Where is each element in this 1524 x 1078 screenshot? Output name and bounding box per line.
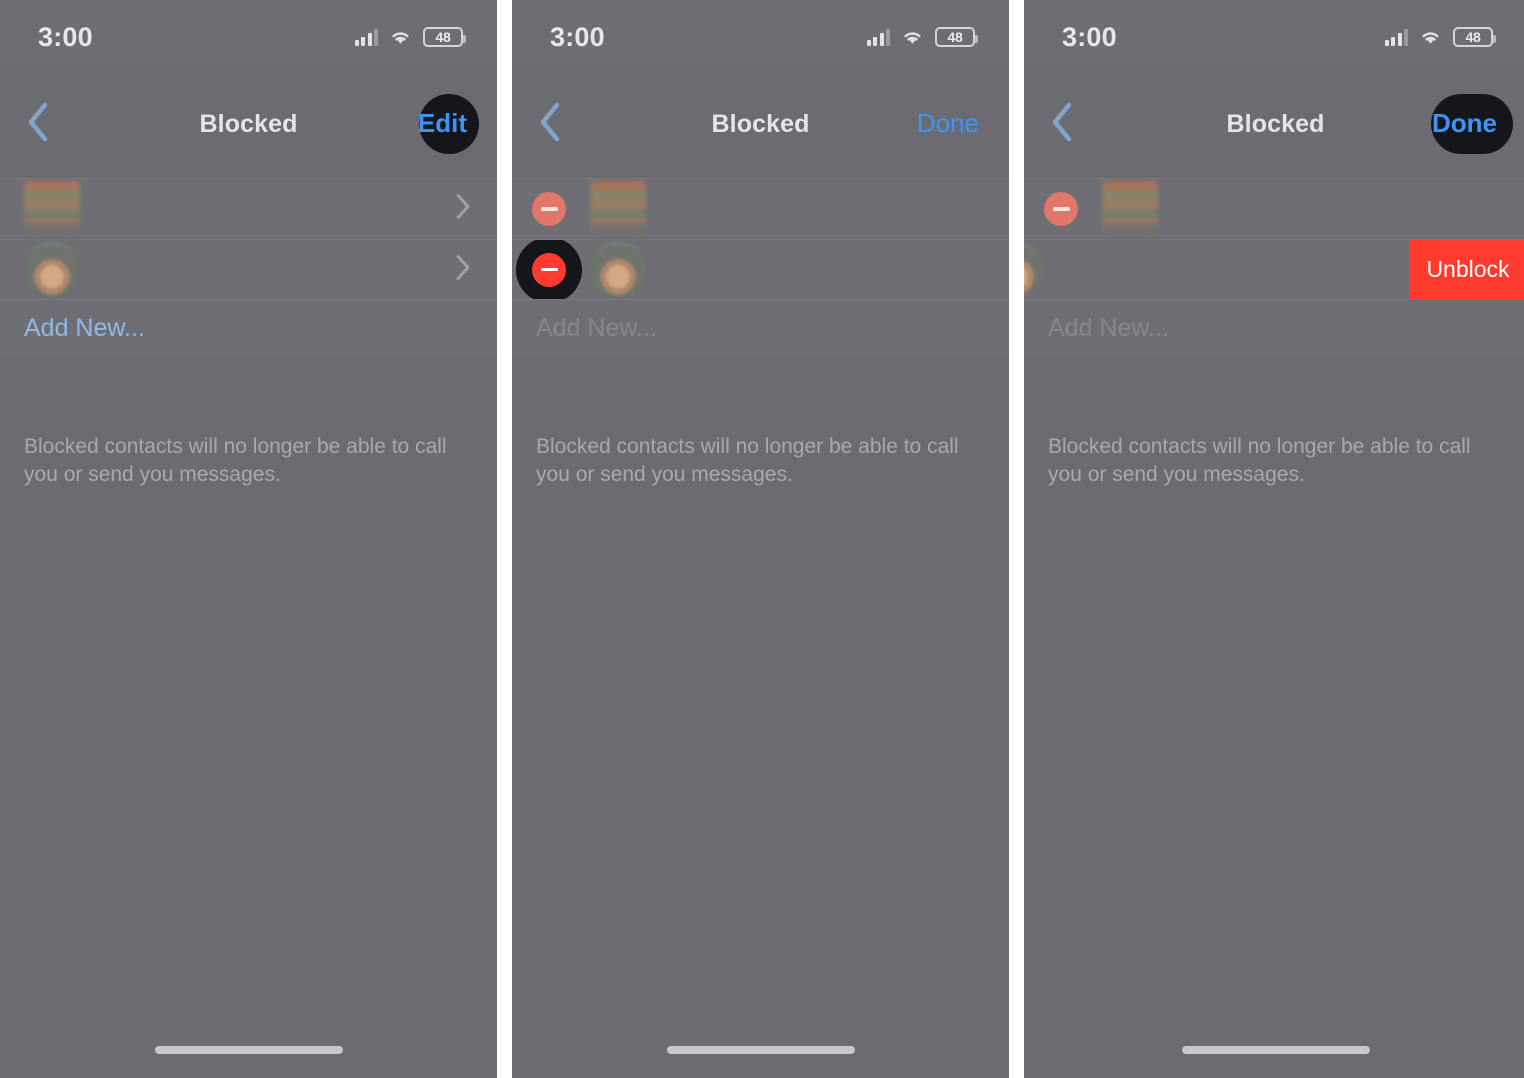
edit-button[interactable]: Edit	[418, 68, 497, 178]
wifi-icon	[1419, 29, 1442, 46]
battery-level-label: 48	[947, 29, 963, 45]
blocked-contact-row-1[interactable]	[1024, 179, 1524, 239]
blocked-list-3: Unblock Add New...	[1024, 178, 1524, 357]
footnote-text: Blocked contacts will no longer be able …	[1048, 435, 1471, 486]
battery-icon: 48	[935, 27, 978, 47]
cellular-signal-icon	[1384, 28, 1408, 46]
minus-circle-icon[interactable]	[532, 252, 566, 287]
panel-gap-1	[497, 0, 512, 1078]
delete-control-wrap-2	[516, 240, 590, 299]
screenshot-stage: 3:00 48 Blocked Edit Add New... Blocked …	[0, 0, 1524, 1078]
blocked-list-2: Add New...	[512, 178, 1009, 357]
blocked-contact-row-2[interactable]: Unblock	[1024, 239, 1524, 299]
nav-bar-1: Blocked Edit	[0, 68, 497, 178]
home-indicator[interactable]	[666, 1046, 855, 1054]
contact-avatar-1	[1102, 181, 1158, 237]
status-bar-time: 3:00	[550, 21, 605, 52]
contact-avatar-1	[590, 181, 646, 237]
minus-circle-icon[interactable]	[532, 192, 566, 226]
status-bar-3: 3:00 48	[1024, 0, 1524, 68]
blocked-contact-row-1[interactable]	[0, 179, 497, 239]
cellular-signal-icon	[354, 28, 378, 46]
panel-gap-2	[1009, 0, 1024, 1078]
blocked-contact-row-2[interactable]	[0, 239, 497, 299]
unblock-button[interactable]: Unblock	[1409, 240, 1524, 299]
status-bar-time: 3:00	[38, 21, 93, 52]
done-button-label: Done	[916, 107, 979, 138]
wifi-icon	[389, 29, 412, 46]
wifi-icon	[901, 29, 924, 46]
home-indicator[interactable]	[154, 1046, 343, 1054]
contact-avatar-2	[590, 241, 646, 298]
phone-panel-1: 3:00 48 Blocked Edit Add New... Blocked …	[0, 0, 497, 1078]
status-bar-1: 3:00 48	[0, 0, 497, 68]
chevron-right-icon	[455, 253, 471, 286]
status-bar-2: 3:00 48	[512, 0, 1009, 68]
contact-avatar-1	[24, 181, 80, 237]
add-new-button[interactable]: Add New...	[512, 299, 1009, 357]
blocked-list-1: Add New...	[0, 178, 497, 357]
footnote-text: Blocked contacts will no longer be able …	[536, 435, 959, 486]
nav-bar-2: Blocked Done	[512, 68, 1009, 178]
minus-circle-icon[interactable]	[1044, 192, 1078, 226]
battery-icon: 48	[1453, 27, 1496, 47]
blocked-contact-row-1[interactable]	[512, 179, 1009, 239]
battery-level-label: 48	[435, 29, 451, 45]
status-bar-indicators: 48	[866, 21, 978, 47]
cellular-signal-icon	[866, 28, 890, 46]
chevron-right-icon	[455, 193, 471, 226]
footnote-text: Blocked contacts will no longer be able …	[24, 435, 447, 486]
edit-button-label: Edit	[417, 107, 467, 138]
status-bar-indicators: 48	[354, 21, 466, 47]
add-new-button[interactable]: Add New...	[0, 299, 497, 357]
status-bar-time: 3:00	[1062, 21, 1117, 52]
contact-avatar-2	[24, 241, 80, 298]
done-button-label: Done	[1432, 107, 1497, 138]
delete-control-wrap-1	[532, 192, 590, 226]
phone-panel-2: 3:00 48 Blocked Done Add New... Blocked …	[512, 0, 1009, 1078]
add-new-button[interactable]: Add New...	[1024, 299, 1524, 357]
done-button[interactable]: Done	[917, 68, 1009, 178]
battery-level-label: 48	[1465, 29, 1481, 45]
status-bar-indicators: 48	[1384, 21, 1496, 47]
delete-control-wrap-1	[1044, 192, 1102, 226]
battery-icon: 48	[423, 27, 466, 47]
phone-panel-3: 3:00 48 Blocked Done Unblock Add New... …	[1024, 0, 1524, 1078]
contact-avatar-2	[1024, 241, 1044, 298]
blocked-contact-row-2[interactable]	[512, 239, 1009, 299]
nav-bar-3: Blocked Done	[1024, 68, 1524, 178]
home-indicator[interactable]	[1181, 1046, 1370, 1054]
